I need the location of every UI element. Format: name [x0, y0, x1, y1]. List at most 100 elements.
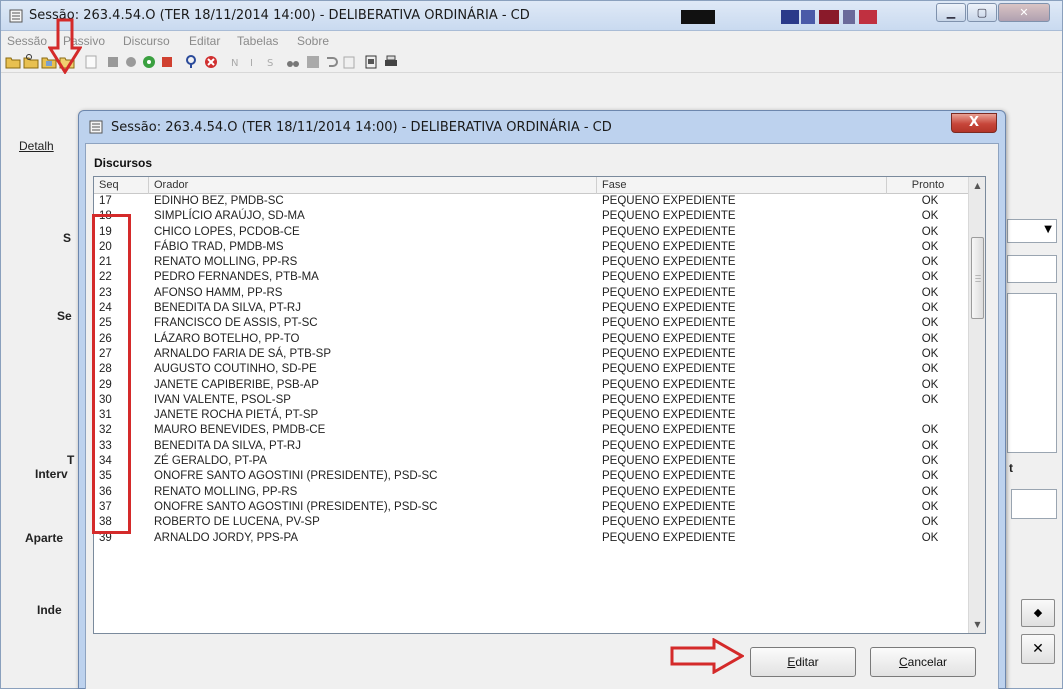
print-icon[interactable] [383, 54, 399, 70]
table-row[interactable]: 26 LÁZARO BOTELHO, PP-TO PEQUENO EXPEDIENT… [94, 332, 969, 347]
minimize-button[interactable]: ▁ [936, 3, 966, 22]
play-icon[interactable] [141, 54, 157, 70]
table-row[interactable]: 34 ZÉ GERALDO, PT-PA PEQUENO EXPEDIENTE OK [94, 454, 969, 469]
cell-orador: BENEDITA DA SILVA, PT-RJ [154, 439, 301, 452]
table-row[interactable]: 29 JANETE CAPIBERIBE, PSB-AP PEQUENO EXPED… [94, 378, 969, 393]
background-label-detalhe: Detalh [19, 139, 54, 153]
cell-pronto: OK [921, 332, 939, 345]
background-textarea[interactable] [1007, 293, 1057, 453]
table-row[interactable]: 17 EDINHO BEZ, PMDB-SC PEQUENO EXPEDIENTE O… [94, 194, 969, 209]
editar-label: ditar [795, 655, 819, 669]
cell-fase: PEQUENO EXPEDIENTE [602, 516, 736, 529]
column-header-pronto[interactable]: Pronto [887, 177, 969, 194]
background-close-button[interactable]: ✕ [1021, 634, 1055, 664]
table-row[interactable]: 28 AUGUSTO COUTINHO, SD-PE PEQUENO EXPEDIE… [94, 362, 969, 377]
scroll-up-icon[interactable]: ▲ [969, 177, 985, 194]
table-row[interactable]: 19 CHICO LOPES, PCDOB-CE PEQUENO EXPEDIENT… [94, 225, 969, 240]
cell-pronto: OK [921, 485, 939, 498]
table-row[interactable]: 30 IVAN VALENTE, PSOL-SP PEQUENO EXPEDIENT… [94, 393, 969, 408]
close-window-button[interactable]: ✕ [998, 3, 1050, 22]
dialog-close-button[interactable]: X [951, 113, 997, 133]
table-row[interactable]: 21 RENATO MOLLING, PP-RS PEQUENO EXPEDIENT… [94, 255, 969, 270]
scroll-thumb[interactable]: — — — [971, 237, 984, 319]
stop-icon[interactable] [105, 54, 121, 70]
undo-icon[interactable] [323, 54, 339, 70]
background-dropdown[interactable]: ▼ [1007, 219, 1057, 243]
binoculars-icon[interactable] [285, 54, 301, 70]
dialog-client-area: Discursos Seq Orador Fase Pronto 17 EDINH… [85, 143, 999, 689]
table-row[interactable]: 32 MAURO BENEVIDES, PMDB-CE PEQUENO EXPEDI… [94, 423, 969, 438]
background-label-se: Se [57, 309, 72, 323]
table-row[interactable]: 18 SIMPLÍCIO ARAÚJO, SD-MA PEQUENO EXPEDIE… [94, 209, 969, 224]
scroll-down-icon[interactable]: ▼ [969, 616, 985, 633]
cancelar-mnemonic: C [898, 655, 908, 669]
cell-pronto: OK [921, 363, 939, 376]
grid-icon[interactable] [305, 54, 321, 70]
table-row[interactable]: 31 JANETE ROCHA PIETÁ, PT-SP PEQUENO EXPED… [94, 408, 969, 423]
menu-discurso[interactable]: Discurso [123, 34, 170, 48]
chevron-down-icon: ▼ [1044, 224, 1052, 235]
menu-editar[interactable]: Editar [189, 34, 220, 48]
underline-icon[interactable]: S [263, 54, 279, 70]
cell-pronto: OK [921, 271, 939, 284]
cell-orador: JANETE ROCHA PIETÁ, PT-SP [154, 409, 319, 422]
table-row[interactable]: 39 ARNALDO JORDY, PPS-PA PEQUENO EXPEDIENT… [94, 531, 969, 546]
italic-icon[interactable]: I [245, 54, 261, 70]
cell-orador: ARNALDO FARIA DE SÁ, PTB-SP [154, 347, 332, 360]
delete-icon[interactable] [159, 54, 175, 70]
menu-sobre[interactable]: Sobre [297, 34, 329, 48]
editar-button[interactable]: Editar [750, 647, 856, 677]
table-row[interactable]: 25 FRANCISCO DE ASSIS, PT-SC PEQUENO EXPED… [94, 316, 969, 331]
table-row[interactable]: 36 RENATO MOLLING, PP-RS PEQUENO EXPEDIENT… [94, 485, 969, 500]
column-header-orador[interactable]: Orador [149, 177, 597, 194]
cell-fase: PEQUENO EXPEDIENTE [602, 439, 736, 452]
cell-fase: PEQUENO EXPEDIENTE [602, 225, 736, 238]
cell-seq: 17 [99, 195, 112, 207]
background-input-2[interactable] [1011, 489, 1057, 519]
cell-fase: PEQUENO EXPEDIENTE [602, 470, 736, 483]
cell-orador: FÁBIO TRAD, PMDB-MS [154, 240, 284, 253]
table-row[interactable]: 27 ARNALDO FARIA DE SÁ, PTB-SP PEQUENO EXP… [94, 347, 969, 362]
menu-sessao[interactable]: Sessão [7, 34, 47, 48]
cell-fase: PEQUENO EXPEDIENTE [602, 455, 736, 468]
grid-header: Seq Orador Fase Pronto [94, 177, 969, 194]
vertical-scrollbar[interactable]: ▲ — — — ▼ [968, 177, 985, 633]
column-header-seq[interactable]: Seq [94, 177, 149, 194]
open-folder-icon[interactable] [5, 54, 21, 70]
cell-fase: PEQUENO EXPEDIENTE [602, 256, 736, 269]
cell-fase: PEQUENO EXPEDIENTE [602, 409, 736, 422]
table-row[interactable]: 22 PEDRO FERNANDES, PTB-MA PEQUENO EXPEDIE… [94, 270, 969, 285]
bold-icon[interactable]: N [227, 54, 243, 70]
titlebar-decoration [681, 10, 931, 24]
cell-pronto: OK [921, 225, 939, 238]
background-input[interactable] [1007, 255, 1057, 283]
table-row[interactable]: 37 ONOFRE SANTO AGOSTINI (PRESIDENTE), PS… [94, 500, 969, 515]
table-row[interactable]: 20 FÁBIO TRAD, PMDB-MS PEQUENO EXPEDIENTE O… [94, 240, 969, 255]
record-icon[interactable] [123, 54, 139, 70]
background-diamond-button[interactable]: ◆ [1021, 599, 1055, 627]
discursos-grid[interactable]: Seq Orador Fase Pronto 17 EDINHO BEZ, PMD… [93, 176, 986, 634]
table-row[interactable]: 33 BENEDITA DA SILVA, PT-RJ PEQUENO EXPEDI… [94, 439, 969, 454]
cell-orador: JANETE CAPIBERIBE, PSB-AP [154, 378, 319, 391]
column-header-fase[interactable]: Fase [597, 177, 887, 194]
cancelar-button[interactable]: Cancelar [870, 647, 976, 677]
cell-fase: PEQUENO EXPEDIENTE [602, 210, 736, 223]
new-document-icon[interactable] [83, 54, 99, 70]
maximize-button[interactable]: ▢ [967, 3, 997, 22]
table-row[interactable]: 23 AFONSO HAMM, PP-RS PEQUENO EXPEDIENTE OK [94, 286, 969, 301]
main-window-title: Sessão: 263.4.54.O (TER 18/11/2014 14:00… [29, 8, 530, 23]
table-row[interactable]: 35 ONOFRE SANTO AGOSTINI (PRESIDENTE), PS… [94, 469, 969, 484]
background-label-t2: t [1009, 461, 1013, 475]
search-folder-icon[interactable] [23, 54, 39, 70]
cancel-icon[interactable] [203, 54, 219, 70]
cell-fase: PEQUENO EXPEDIENTE [602, 271, 736, 284]
menu-tabelas[interactable]: Tabelas [237, 34, 278, 48]
cell-pronto [894, 408, 966, 423]
cell-pronto: OK [921, 240, 939, 253]
table-row[interactable]: 38 ROBERTO DE LUCENA, PV-SP PEQUENO EXPEDI… [94, 515, 969, 530]
report-icon[interactable] [363, 54, 379, 70]
microphone-icon[interactable] [183, 54, 199, 70]
clipboard-icon[interactable] [341, 54, 357, 70]
cell-orador: PEDRO FERNANDES, PTB-MA [154, 271, 319, 284]
table-row[interactable]: 24 BENEDITA DA SILVA, PT-RJ PEQUENO EXPEDI… [94, 301, 969, 316]
